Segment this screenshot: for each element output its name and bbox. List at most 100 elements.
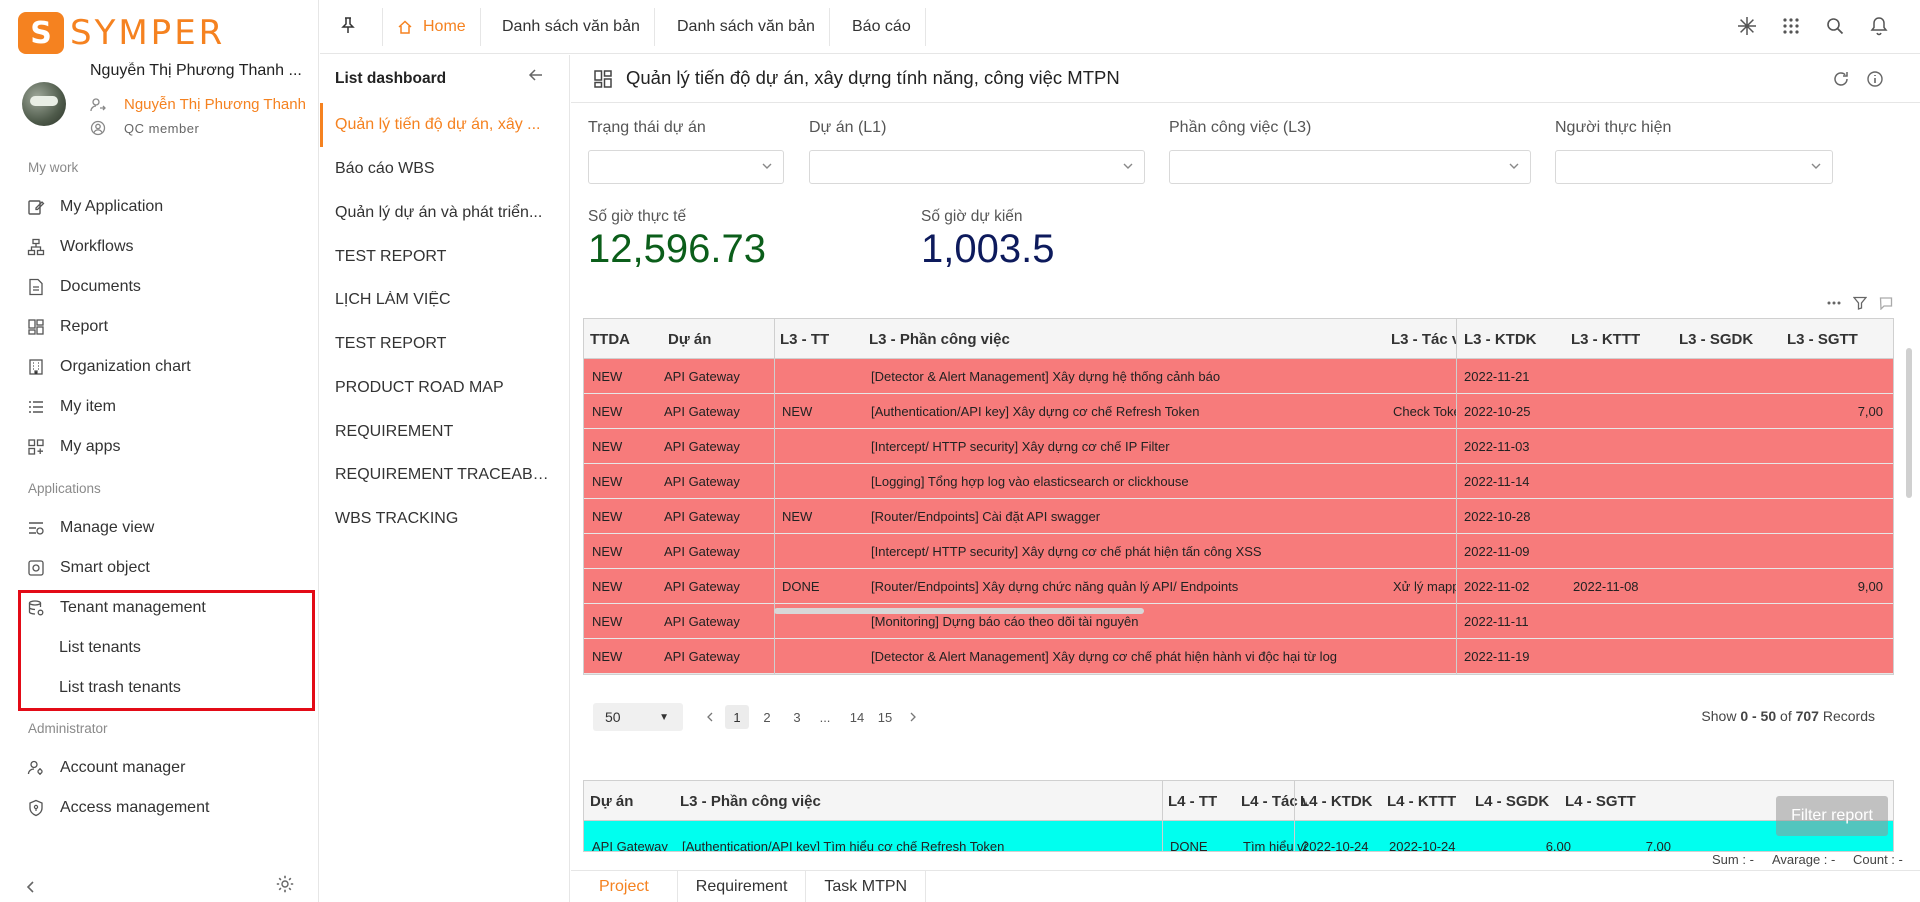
page-size-select[interactable]: 50 ▼ [593, 703, 683, 731]
dashboard-item-6[interactable]: PRODUCT ROAD MAP [320, 366, 569, 410]
nav-manage-view[interactable]: Manage view [26, 513, 306, 543]
table-row[interactable]: NEW API Gateway DONE [Router/Endpoints] Xây… [584, 569, 1893, 604]
table-row[interactable]: NEW API Gateway [Intercept/ HTTP security]… [584, 429, 1893, 464]
apps-grid-icon[interactable] [1780, 15, 1802, 37]
table-row[interactable]: NEW API Gateway NEW [Router/Endpoints] Cài … [584, 499, 1893, 534]
nav-workflows[interactable]: Workflows [26, 232, 306, 262]
more-options-icon[interactable] [1826, 295, 1842, 311]
dashboard-item-0[interactable]: Quản lý tiến độ dự án, xây ... [320, 103, 569, 147]
cell-l3-ktdk: 2022-11-14 [1464, 473, 1530, 489]
table-header: TTDA Dự án L3 - TT L3 - Phần công việc L… [584, 319, 1893, 359]
nav-my-application[interactable]: My Application [26, 192, 306, 222]
cell-l3-phan-cong-viec: [Logging] Tổng hợp log vào elasticsearch… [871, 473, 1189, 489]
nav-smart-object[interactable]: Smart object [26, 553, 306, 583]
dashboard-item-9[interactable]: WBS TRACKING [320, 497, 569, 541]
filter-icon[interactable] [1852, 295, 1868, 311]
tab-danh-sach-van-ban-2[interactable]: Danh sách văn bản [663, 8, 830, 46]
info-icon[interactable] [1865, 69, 1885, 89]
records-of: of [1780, 708, 1792, 724]
filter-project-status-select[interactable] [588, 150, 784, 184]
brand-logo[interactable]: S SYMPER [18, 12, 225, 54]
page-3[interactable]: 3 [785, 705, 809, 729]
page-15[interactable]: 15 [873, 705, 897, 729]
col-ttda[interactable]: TTDA [584, 319, 662, 359]
cell-l3-tt [774, 429, 854, 463]
cell-l3-tt: DONE [782, 578, 820, 594]
tab-project[interactable]: Project [571, 871, 678, 902]
col-l3-phan-cong-viec[interactable]: L3 - Phần công việc [863, 319, 1363, 359]
tab-home[interactable]: Home [382, 8, 481, 46]
pin-icon[interactable] [340, 16, 356, 34]
tab-danh-sach-van-ban-1[interactable]: Danh sách văn bản [488, 8, 655, 46]
tab-requirement[interactable]: Requirement [678, 871, 807, 902]
table-row[interactable]: NEW API Gateway [Detector & Alert Manageme… [584, 639, 1893, 674]
chevron-down-icon [1810, 160, 1822, 172]
dashboard-item-2[interactable]: Quản lý dự án và phát triển... [320, 191, 569, 235]
tab-bao-cao[interactable]: Báo cáo [838, 8, 926, 46]
col-l3-phan-cong-viec[interactable]: L3 - Phần công việc [674, 781, 1154, 821]
nav-my-item[interactable]: My item [26, 392, 306, 422]
dashboard-item-1[interactable]: Báo cáo WBS [320, 147, 569, 191]
filter-report-button[interactable]: Filter report [1776, 796, 1888, 836]
nav-report[interactable]: Report [26, 312, 306, 342]
dashboard-item-4[interactable]: LỊCH LÀM VIỆC [320, 278, 569, 322]
scrollbar-thumb[interactable] [1906, 348, 1912, 498]
tab-task-mtpn[interactable]: Task MTPN [806, 871, 927, 902]
table-row[interactable]: NEW API Gateway NEW [Authentication/API key… [584, 394, 1893, 429]
scrollbar-thumb[interactable] [774, 608, 1144, 614]
table-vertical-scrollbar[interactable] [1904, 318, 1914, 608]
cell-l3-sgdk [1673, 534, 1773, 568]
nav-account-manager[interactable]: Account manager [26, 753, 306, 783]
filter-label-assignee: Người thực hiện [1555, 119, 1672, 136]
col-l3-kttt[interactable]: L3 - KTTT [1565, 319, 1675, 359]
refresh-icon[interactable] [1831, 69, 1851, 89]
col-l3-tac-vu[interactable]: L3 - Tác v [1385, 319, 1457, 359]
prev-page-icon[interactable] [698, 705, 722, 729]
col-du-an[interactable]: Dự án [662, 319, 757, 359]
sparkle-icon[interactable] [1736, 15, 1758, 37]
cell-l3-sgtt [1781, 639, 1891, 673]
table-row[interactable]: NEW API Gateway [Logging] Tổng hợp log vào… [584, 464, 1893, 499]
arrow-left-icon[interactable] [528, 67, 544, 83]
col-l4-tt[interactable]: L4 - TT [1162, 781, 1234, 821]
dashboard-item-8[interactable]: REQUIREMENT TRACEABI... [320, 453, 569, 497]
search-icon[interactable] [1824, 15, 1846, 37]
notification-bell-icon[interactable] [1868, 15, 1890, 37]
cell-l3-sgtt [1781, 464, 1891, 498]
kpi-actual-hours-label: Số giờ thực tế [588, 208, 687, 225]
col-du-an[interactable]: Dự án [584, 781, 679, 821]
col-l3-ktdk[interactable]: L3 - KTDK [1458, 319, 1568, 359]
cell-ttda: NEW [592, 403, 623, 419]
profile-switch-user[interactable]: Nguyễn Thị Phương Thanh [90, 96, 312, 113]
col-l3-tt[interactable]: L3 - TT [774, 319, 862, 359]
page-14[interactable]: 14 [845, 705, 869, 729]
dashboard-item-5[interactable]: TEST REPORT [320, 322, 569, 366]
col-l3-sgdk[interactable]: L3 - SGDK [1673, 319, 1783, 359]
filter-assignee-select[interactable] [1555, 150, 1833, 184]
col-l4-sgtt[interactable]: L4 - SGTT [1559, 781, 1669, 821]
next-page-icon[interactable] [901, 705, 925, 729]
dashboard-item-label: REQUIREMENT [335, 423, 454, 440]
dashboard-item-7[interactable]: REQUIREMENT [320, 410, 569, 454]
settings-gear-icon[interactable] [275, 874, 295, 894]
cell-l3-phan-cong-viec: [Intercept/ HTTP security] Xây dựng cơ c… [871, 438, 1170, 454]
table-row[interactable]: NEW API Gateway [Detector & Alert Manageme… [584, 359, 1893, 394]
table-row[interactable]: NEW API Gateway [Intercept/ HTTP security]… [584, 534, 1893, 569]
dashboard-item-3[interactable]: TEST REPORT [320, 235, 569, 279]
nav-my-apps[interactable]: My apps [26, 432, 306, 462]
comment-icon[interactable] [1878, 295, 1894, 311]
table-row[interactable]: API Gateway [Authentication/API key] Tìm… [584, 821, 1893, 851]
collapse-sidebar-icon[interactable] [24, 880, 38, 894]
nav-access-management[interactable]: Access management [26, 793, 306, 823]
page-1[interactable]: 1 [725, 705, 749, 729]
filter-project-select[interactable] [809, 150, 1145, 184]
nav-documents[interactable]: Documents [26, 272, 306, 302]
filter-work-part-select[interactable] [1169, 150, 1531, 184]
page-2[interactable]: 2 [755, 705, 779, 729]
col-l3-sgtt[interactable]: L3 - SGTT [1781, 319, 1891, 359]
avatar[interactable] [22, 82, 66, 126]
records-count: Show 0 - 50 of 707 Records [1701, 708, 1875, 724]
logo-mark-icon: S [18, 12, 64, 54]
table-horizontal-scrollbar[interactable] [584, 608, 1884, 614]
nav-organization-chart[interactable]: Organization chart [26, 352, 306, 382]
